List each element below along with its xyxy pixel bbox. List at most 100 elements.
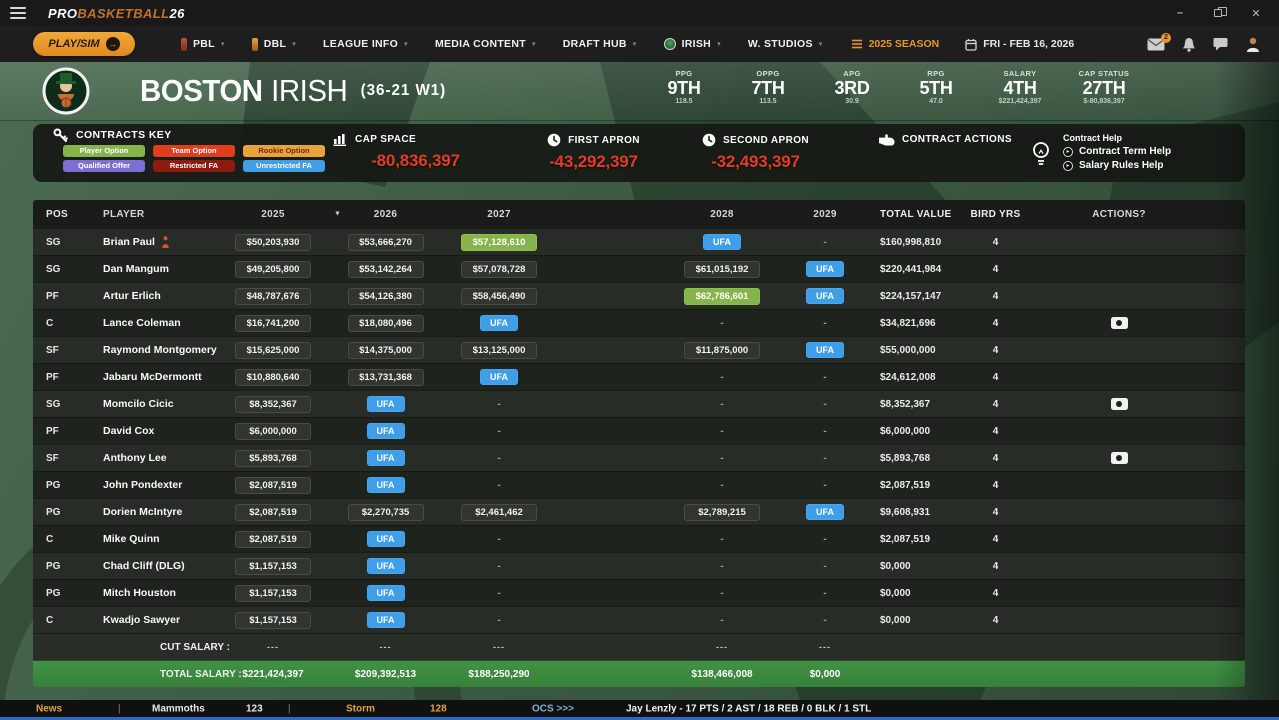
calendar-icon (965, 38, 977, 51)
caret-down-icon: ▾ (292, 40, 296, 48)
salary-chip: $5,893,768 (235, 450, 311, 467)
contract-action-button[interactable] (1111, 317, 1128, 329)
col-actions[interactable]: ACTIONS? (1023, 200, 1245, 228)
player-row[interactable]: PFArtur Erlich$48,787,676$54,126,380$58,… (33, 282, 1245, 309)
profile-avatar-icon[interactable] (1245, 36, 1261, 52)
season-selector[interactable]: 2025 SEASON (851, 38, 940, 50)
actions-cell (1023, 391, 1245, 417)
player-option-chip: $57,128,610 (461, 234, 537, 251)
salary-chip: $14,375,000 (348, 342, 424, 359)
player-row[interactable]: PGMitch Houston$1,157,153UFA---$0,0004 (33, 579, 1245, 606)
help-link[interactable]: ▸Contract Term Help (1063, 145, 1171, 159)
col-2028[interactable]: 2028 (667, 200, 777, 228)
total-salary-row: TOTAL SALARY :$221,424,397$209,392,513$1… (33, 660, 1245, 687)
player-row[interactable]: CKwadjo Sawyer$1,157,153UFA---$0,0004 (33, 606, 1245, 633)
dash-value: - (823, 237, 826, 248)
col-2026[interactable]: ▼ 2026 (328, 200, 443, 228)
caret-down-icon: ▾ (633, 40, 637, 48)
sort-desc-icon: ▼ (334, 211, 341, 218)
position-cell: C (33, 526, 93, 552)
nav-item-dbl[interactable]: DBL▾ (252, 38, 296, 51)
player-row[interactable]: PGJohn Pondexter$2,087,519UFA---$2,087,5… (33, 471, 1245, 498)
second-apron-section: SECOND APRON -32,493,397 (663, 133, 848, 172)
table-body: SGBrian Paul$50,203,930$53,666,270$57,12… (33, 228, 1245, 687)
player-row[interactable]: PGDorien McIntyre$2,087,519$2,270,735$2,… (33, 498, 1245, 525)
player-row[interactable]: SGBrian Paul$50,203,930$53,666,270$57,12… (33, 228, 1245, 255)
play-sim-button[interactable]: PLAY/SIM → (33, 32, 135, 56)
dash-value: - (720, 534, 723, 545)
player-row[interactable]: CMike Quinn$2,087,519UFA---$2,087,5194 (33, 525, 1245, 552)
contracts-key-title-row: CONTRACTS KEY (53, 128, 333, 142)
player-row[interactable]: SFAnthony Lee$5,893,768UFA---$5,893,7684 (33, 444, 1245, 471)
nav-item-w-studios[interactable]: W. STUDIOS▾ (748, 38, 823, 50)
player-name: Kwadjo Sawyer (103, 614, 180, 626)
dash-value: - (720, 615, 723, 626)
player-row[interactable]: SFRaymond Montgomery$15,625,000$14,375,0… (33, 336, 1245, 363)
player-cell: Kwadjo Sawyer (93, 607, 218, 633)
contract-action-button[interactable] (1111, 398, 1128, 410)
player-row[interactable]: SGDan Mangum$49,205,800$53,142,264$57,07… (33, 255, 1245, 282)
close-button[interactable]: ✕ (1249, 7, 1263, 20)
ufa-chip: UFA (367, 396, 405, 412)
position-cell: PF (33, 283, 93, 309)
ticker-news-label[interactable]: News (36, 703, 62, 714)
col-bird-yrs[interactable]: BIRD YRS (968, 200, 1023, 228)
mail-icon[interactable]: 2 (1147, 38, 1165, 51)
team-stat-oppg: OPPG7TH113.5 (726, 62, 810, 120)
col-2025[interactable]: 2025 (218, 200, 328, 228)
col-2029[interactable]: 2029 (777, 200, 873, 228)
contracts-panel: CONTRACTS KEY Player OptionTeam OptionRo… (33, 124, 1245, 182)
nav-item-draft-hub[interactable]: DRAFT HUB▾ (563, 38, 637, 50)
nav-item-irish[interactable]: IRISH▾ (664, 38, 721, 50)
arrow-bullet-icon: ▸ (1063, 161, 1073, 171)
player-row[interactable]: PFDavid Cox$6,000,000UFA---$6,000,0004 (33, 417, 1245, 444)
dash-value: - (497, 453, 500, 464)
dash-value: - (823, 399, 826, 410)
dash-value: - (497, 399, 500, 410)
actions-cell (1023, 283, 1245, 309)
contract-help-box: Contract Help ▸Contract Term Help▸Salary… (1015, 128, 1245, 178)
col-player[interactable]: PLAYER (93, 200, 218, 228)
player-row[interactable]: SGMomcilo Cicic$8,352,367UFA---$8,352,36… (33, 390, 1245, 417)
player-row[interactable]: CLance Coleman$16,741,200$18,080,496UFA-… (33, 309, 1245, 336)
col-total-value[interactable]: TOTAL VALUE (873, 200, 968, 228)
nav-item-league-info[interactable]: LEAGUE INFO▾ (323, 38, 408, 50)
nav-item-media-content[interactable]: MEDIA CONTENT▾ (435, 38, 536, 50)
help-link[interactable]: ▸Salary Rules Help (1063, 159, 1171, 173)
salary-chip: $13,731,368 (348, 369, 424, 386)
col-pos[interactable]: POS (33, 200, 93, 228)
total-value-cell: $8,352,367 (873, 391, 968, 417)
main-navbar: PLAY/SIM → PBL▾ DBL▾ LEAGUE INFO▾ MEDIA CON… (0, 26, 1279, 62)
key-icon (53, 128, 68, 143)
hamburger-menu-icon[interactable] (10, 4, 26, 22)
dash-value: - (720, 453, 723, 464)
player-row[interactable]: PGChad Cliff (DLG)$1,157,153UFA---$0,000… (33, 552, 1245, 579)
team-logo-icon (664, 38, 676, 50)
bird-years-cell: 4 (968, 229, 1023, 255)
nav-item-pbl[interactable]: PBL▾ (181, 38, 225, 51)
minimize-button[interactable]: – (1173, 7, 1187, 19)
chat-icon[interactable] (1213, 37, 1228, 51)
player-row[interactable]: PFJabaru McDermontt$10,880,640$13,731,36… (33, 363, 1245, 390)
dash-value: - (823, 480, 826, 491)
player-name: Dan Mangum (103, 263, 169, 275)
caret-down-icon: ▾ (819, 40, 823, 48)
dash-value: - (720, 426, 723, 437)
position-cell: C (33, 607, 93, 633)
salary-chip: $2,461,462 (461, 504, 537, 521)
contract-action-button[interactable] (1111, 452, 1128, 464)
notifications-bell-icon[interactable] (1182, 37, 1196, 52)
bird-years-cell: 4 (968, 283, 1023, 309)
restore-button[interactable] (1211, 7, 1225, 19)
dash-value: - (720, 480, 723, 491)
player-name: Lance Coleman (103, 317, 181, 329)
dbl-logo-icon (252, 38, 258, 51)
salary-chip: $1,157,153 (235, 612, 311, 629)
total-value-cell: $55,000,000 (873, 337, 968, 363)
pointing-hand-icon (878, 133, 895, 146)
ticker-away-team: Mammoths (152, 703, 205, 714)
ufa-chip: UFA (367, 531, 405, 547)
total-value-cell: $0,000 (873, 553, 968, 579)
col-2027[interactable]: 2027 (443, 200, 555, 228)
contract-actions-section: CONTRACT ACTIONS (878, 133, 1012, 146)
